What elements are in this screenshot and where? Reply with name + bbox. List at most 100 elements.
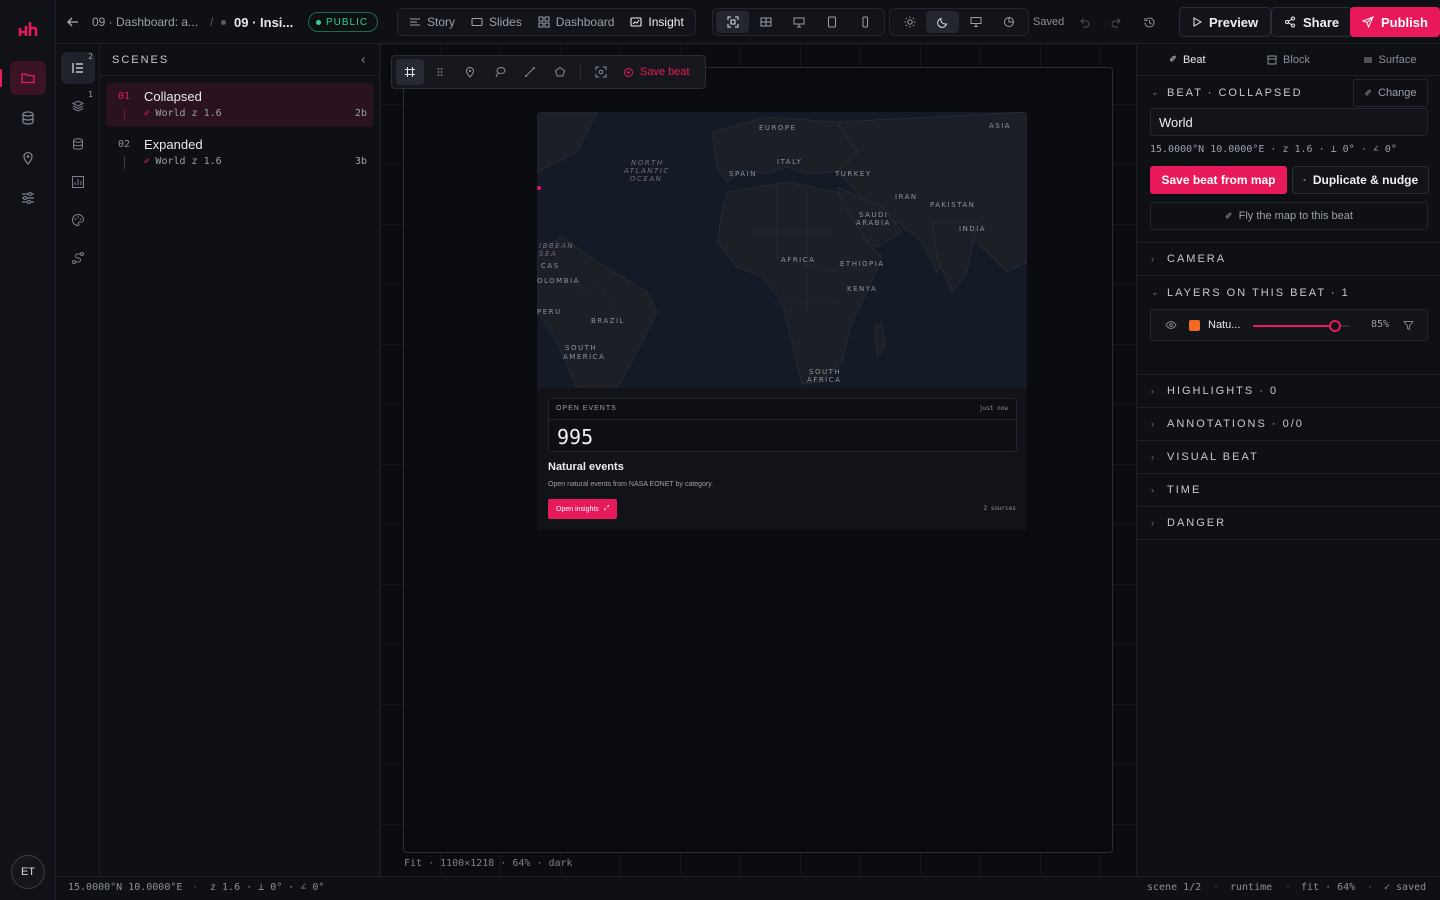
status-fit: fit · 64% (1301, 882, 1356, 893)
layer-color-swatch[interactable] (1189, 320, 1200, 331)
status-separator: · (192, 882, 199, 893)
history-icon[interactable] (1143, 0, 1156, 44)
presentation-icon[interactable] (959, 11, 992, 33)
redo-icon[interactable] (1111, 0, 1123, 44)
publish-button[interactable]: Publish (1350, 7, 1440, 37)
eye-icon[interactable] (1165, 319, 1177, 331)
slides-icon (471, 17, 483, 27)
preview-button[interactable]: Preview (1179, 7, 1272, 37)
route-icon[interactable] (61, 242, 95, 274)
beat-pin-icon: ✐ (1169, 54, 1177, 64)
device-switcher (712, 8, 885, 36)
drag-handle-icon[interactable] (426, 59, 454, 85)
highlights-section-header[interactable]: › HIGHLIGHTS · 0 (1137, 375, 1440, 408)
capture-view-icon[interactable] (587, 59, 615, 85)
play-icon (1193, 17, 1202, 27)
camera-section-header[interactable]: › CAMERA (1137, 243, 1440, 276)
breadcrumb-separator: / (210, 15, 214, 29)
scene-item-1[interactable]: 01 Collapsed ✐ World z 1.6 2b (106, 83, 373, 127)
edit-pin-icon: ✐ (1364, 87, 1372, 98)
projects-folder-icon[interactable] (0, 61, 46, 95)
fit-frame-icon[interactable] (716, 11, 749, 33)
map-label: SPAIN (729, 170, 757, 178)
desktop-icon[interactable] (782, 11, 815, 33)
chevron-right-icon: › (1151, 518, 1156, 528)
status-separator: · (1285, 882, 1292, 893)
lasso-tool-icon[interactable] (486, 59, 514, 85)
change-base-button[interactable]: ✐ Change (1353, 79, 1428, 107)
frame-tool-icon[interactable] (396, 59, 424, 85)
database-icon[interactable] (10, 101, 46, 135)
inspector-tabs: ✐ Beat Block Surface (1137, 44, 1440, 76)
scenes-list-icon[interactable]: 2 (61, 52, 95, 84)
tablet-icon[interactable] (815, 11, 848, 33)
stat-box: OPEN EVENTS just now 995 (548, 398, 1017, 452)
stat-value: 995 (557, 425, 594, 449)
breadcrumb-current[interactable]: 09 · Insi... (234, 0, 293, 44)
map-label: OCEAN (630, 175, 663, 183)
marker-tool-icon[interactable] (456, 59, 484, 85)
line-tool-icon[interactable] (516, 59, 544, 85)
stat-divider (549, 419, 1016, 420)
settings-sliders-icon[interactable] (10, 181, 46, 215)
save-beat-button[interactable]: Save beat (623, 66, 690, 78)
mode-slides[interactable]: Slides (463, 11, 530, 33)
contrast-icon[interactable] (992, 11, 1025, 33)
visibility-badge[interactable]: PUBLIC (308, 12, 379, 32)
chart-icon[interactable] (61, 166, 95, 198)
back-arrow-icon[interactable] (66, 0, 80, 44)
layers-icon[interactable]: 1 (61, 90, 95, 122)
danger-section-header[interactable]: › DANGER (1137, 507, 1440, 540)
breadcrumb-parent[interactable]: 09 · Dashboard: a... (92, 0, 198, 44)
camera-title: CAMERA (1167, 253, 1227, 265)
sun-icon[interactable] (893, 11, 926, 33)
mode-insight[interactable]: Insight (622, 11, 691, 33)
opacity-slider[interactable] (1253, 320, 1349, 332)
collapse-chevron-icon[interactable] (359, 56, 367, 64)
visual-beat-section-header[interactable]: › VISUAL BEAT (1137, 441, 1440, 474)
mode-dashboard[interactable]: Dashboard (530, 11, 623, 33)
map-label: IBBEAN (539, 242, 575, 250)
opacity-slider-handle[interactable] (1329, 320, 1341, 332)
tab-block[interactable]: Block (1238, 44, 1339, 75)
world-map[interactable]: EUROPE ASIA ITALY SPAIN TURKEY IRAN PAKI… (537, 112, 1027, 388)
time-section-header[interactable]: › TIME (1137, 474, 1440, 507)
mode-story[interactable]: Story (401, 11, 463, 33)
data-source-icon[interactable] (61, 128, 95, 160)
status-saved: ✓ saved (1384, 882, 1427, 893)
tab-surface[interactable]: Surface (1339, 44, 1440, 75)
annotations-section-header[interactable]: › ANNOTATIONS · 0/0 (1137, 408, 1440, 441)
share-button[interactable]: Share (1271, 7, 1353, 37)
draft-dot-icon (221, 0, 226, 44)
duplicate-nudge-button[interactable]: · Duplicate & nudge (1292, 166, 1429, 194)
save-beat-from-map-button[interactable]: Save beat from map (1150, 166, 1287, 194)
map-label: SOUTH (565, 344, 598, 352)
map-label: SAUDI (859, 211, 889, 219)
insight-icon (630, 17, 642, 27)
user-avatar[interactable]: ET (11, 855, 45, 889)
story-icon (410, 18, 420, 26)
scene-title: Collapsed (144, 89, 202, 104)
theme-switcher (889, 8, 1029, 36)
moon-icon[interactable] (926, 11, 959, 33)
scenes-count-badge: 2 (88, 52, 93, 61)
polygon-tool-icon[interactable] (546, 59, 574, 85)
scene-item-2[interactable]: 02 Expanded ✐ World z 1.6 3b (106, 131, 373, 175)
layer-row[interactable]: Natu... 85% (1150, 309, 1428, 341)
map-label: ARABIA (856, 219, 891, 227)
layers-section-header[interactable]: ⌄ LAYERS ON THIS BEAT · 1 (1137, 276, 1440, 309)
palette-icon[interactable] (61, 204, 95, 236)
open-insights-button[interactable]: Open insights ⤢ (548, 499, 618, 519)
fly-to-beat-button[interactable]: ✐ Fly the map to this beat (1150, 202, 1428, 230)
map-pin-icon[interactable] (10, 141, 46, 175)
undo-icon[interactable] (1078, 0, 1090, 44)
tab-beat[interactable]: ✐ Beat (1137, 44, 1238, 75)
scene-title: Expanded (144, 137, 203, 152)
filter-icon[interactable] (1403, 320, 1414, 331)
logo-icon (18, 22, 38, 36)
grid-view-icon[interactable] (749, 11, 782, 33)
card-title: Natural events (548, 461, 624, 473)
phone-icon[interactable] (848, 11, 881, 33)
scene-connector (124, 109, 125, 121)
base-map-field[interactable]: World (1150, 108, 1428, 136)
